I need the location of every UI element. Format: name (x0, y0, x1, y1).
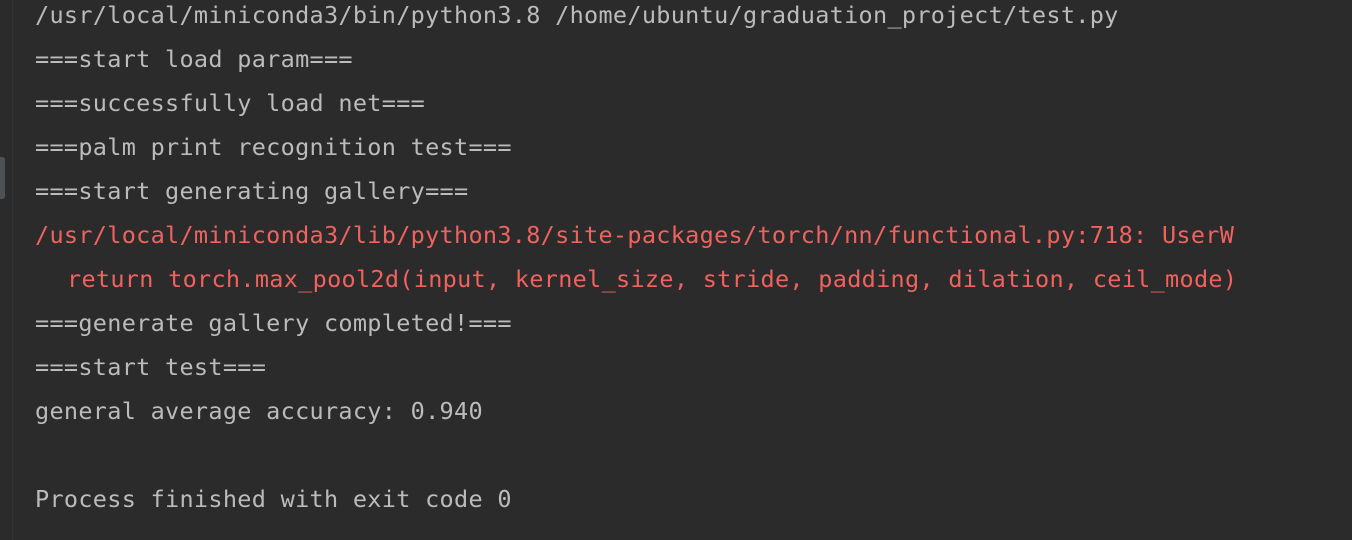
console-line-warning-call: return torch.max_pool2d(input, kernel_si… (67, 265, 1238, 293)
console-line-start-test: ===start test=== (35, 353, 267, 381)
scroll-marker[interactable] (0, 157, 5, 199)
run-console-output[interactable]: /usr/local/miniconda3/bin/python3.8 /hom… (35, 0, 1352, 540)
console-line-start-load-param: ===start load param=== (35, 45, 353, 73)
console-line-start-gallery: ===start generating gallery=== (35, 177, 469, 205)
console-line-warning-path[interactable]: /usr/local/miniconda3/lib/python3.8/site… (35, 220, 1234, 264)
console-line-load-net: ===successfully load net=== (35, 89, 426, 117)
console-gutter (0, 0, 13, 540)
console-line-exit: Process finished with exit code 0 (35, 485, 512, 513)
console-line-gallery-done: ===generate gallery completed!=== (35, 309, 512, 337)
console-line-accuracy: general average accuracy: 0.940 (35, 397, 483, 425)
console-line-command[interactable]: /usr/local/miniconda3/bin/python3.8 /hom… (35, 0, 1119, 44)
console-line-palm-test: ===palm print recognition test=== (35, 133, 512, 161)
